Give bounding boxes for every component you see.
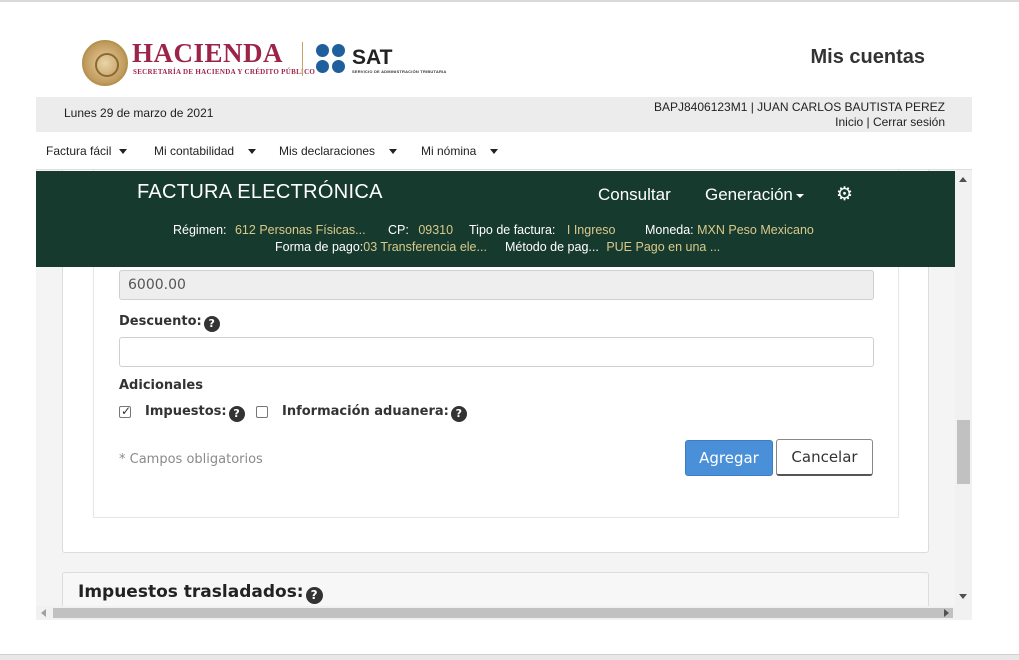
help-icon[interactable]: ? <box>450 406 467 422</box>
factura-title: FACTURA ELECTRÓNICA <box>137 181 383 203</box>
impuestos-checkbox[interactable] <box>119 404 131 418</box>
window-bottom-border <box>0 654 1019 660</box>
main-nav: Factura fácil Mi contabilidad Mis declar… <box>36 132 972 170</box>
tipo-factura-info: Tipo de factura: I Ingreso <box>469 223 616 237</box>
cp-label: CP: <box>388 223 409 237</box>
moneda-label: Moneda: <box>645 223 694 237</box>
scroll-up-icon[interactable] <box>959 177 967 182</box>
inicio-link[interactable]: Inicio <box>835 115 863 129</box>
sat-logo-icon <box>316 44 348 74</box>
required-fields-note: * Campos obligatorios <box>119 452 263 467</box>
descuento-label-text: Descuento: <box>119 314 202 329</box>
impuestos-label-text: Impuestos: <box>145 404 227 419</box>
aduanera-label: Información aduanera:? <box>282 404 467 422</box>
nav-item-mis-declaraciones[interactable]: Mis declaraciones <box>279 144 398 158</box>
site-header: HACIENDA SECRETARÍA DE HACIENDA Y CRÉDIT… <box>36 30 972 96</box>
forma-pago-label: Forma de pago: <box>275 240 364 254</box>
hacienda-logo-text: HACIENDA <box>132 38 284 68</box>
tipo-factura-value: I Ingreso <box>566 223 616 237</box>
current-date: Lunes 29 de marzo de 2021 <box>64 106 214 120</box>
user-rfc-name: BAPJ8406123M1 | JUAN CARLOS BAUTISTA PER… <box>654 100 945 114</box>
window-top-border <box>0 0 1019 2</box>
link-separator: | <box>866 115 870 129</box>
horizontal-scrollbar[interactable] <box>36 606 972 620</box>
page-title: Mis cuentas <box>810 46 925 68</box>
regimen-label: Régimen: <box>173 223 227 237</box>
user-links: Inicio | Cerrar sesión <box>654 115 945 130</box>
page: HACIENDA SECRETARÍA DE HACIENDA Y CRÉDIT… <box>0 0 1019 660</box>
metodo-pago-info: Método de pag... PUE Pago en una ... <box>505 240 720 254</box>
importe-field: 6000.00 <box>119 270 874 300</box>
user-bar: Lunes 29 de marzo de 2021 BAPJ8406123M1 … <box>36 97 972 132</box>
nav-item-label: Mi nómina <box>421 144 477 158</box>
nav-item-label: Mis declaraciones <box>279 144 376 158</box>
help-icon[interactable]: ? <box>305 587 323 604</box>
scroll-left-icon[interactable] <box>41 609 46 617</box>
metodo-pago-value: PUE Pago en una ... <box>606 240 721 254</box>
nav-item-factura-facil[interactable]: Factura fácil <box>46 144 128 158</box>
user-info: BAPJ8406123M1 | JUAN CARLOS BAUTISTA PER… <box>654 100 945 130</box>
scroll-down-icon[interactable] <box>959 594 967 599</box>
scroll-right-icon[interactable] <box>944 609 949 617</box>
regimen-value: 612 Personas Físicas... <box>234 223 366 237</box>
nav-item-label: Mi contabilidad <box>154 144 235 158</box>
agregar-button[interactable]: Agregar <box>685 440 773 476</box>
nav-item-mi-contabilidad[interactable]: Mi contabilidad <box>154 144 257 158</box>
impuestos-label: Impuestos:? <box>145 404 245 422</box>
generacion-label: Generación <box>705 185 793 204</box>
caret-down-icon <box>490 149 499 155</box>
consultar-link[interactable]: Consultar <box>598 185 671 205</box>
tipo-factura-label: Tipo de factura: <box>469 223 556 237</box>
sat-logo-subtitle: SERVICIO DE ADMINISTRACIÓN TRIBUTARIA <box>352 69 447 74</box>
caret-down-icon <box>795 193 804 198</box>
descuento-input[interactable] <box>119 337 874 367</box>
cerrar-sesion-link[interactable]: Cerrar sesión <box>873 115 945 129</box>
aduanera-label-text: Información aduanera: <box>282 404 449 419</box>
factura-banner: FACTURA ELECTRÓNICA Consultar Generación… <box>36 171 955 267</box>
cp-info: CP: 09310 <box>388 223 453 237</box>
adicionales-label: Adicionales <box>119 378 203 393</box>
help-icon[interactable]: ? <box>228 406 245 422</box>
forma-pago-value: 03 Transferencia ele... <box>363 240 487 254</box>
section-title-text: Impuestos trasladados: <box>78 582 304 602</box>
caret-down-icon <box>389 149 398 155</box>
cp-value: 09310 <box>418 223 454 237</box>
descuento-label: Descuento:? <box>119 314 220 332</box>
hacienda-logo-subtitle: SECRETARÍA DE HACIENDA Y CRÉDITO PÚBLICO <box>133 68 316 76</box>
coat-of-arms-icon <box>82 40 128 86</box>
impuestos-trasladados-title: Impuestos trasladados:? <box>78 582 323 604</box>
scrollbar-thumb[interactable] <box>53 608 953 618</box>
sat-logo-text: SAT <box>352 46 393 69</box>
moneda-info: Moneda: MXN Peso Mexicano <box>645 223 814 237</box>
regimen-info: Régimen: 612 Personas Físicas... <box>173 223 366 237</box>
aduanera-checkbox[interactable] <box>256 406 268 418</box>
vertical-scrollbar[interactable] <box>955 170 972 606</box>
nav-item-label: Factura fácil <box>46 144 112 158</box>
generacion-dropdown[interactable]: Generación <box>705 185 804 205</box>
logo-divider <box>302 42 303 76</box>
moneda-value: MXN Peso Mexicano <box>697 223 814 237</box>
scrollbar-thumb[interactable] <box>957 420 970 484</box>
metodo-pago-label: Método de pag... <box>505 240 599 254</box>
help-icon[interactable]: ? <box>203 316 220 332</box>
nav-item-mi-nomina[interactable]: Mi nómina <box>421 144 499 158</box>
cancelar-button[interactable]: Cancelar <box>776 439 873 476</box>
forma-pago-info: Forma de pago:03 Transferencia ele... <box>275 240 487 254</box>
caret-down-icon <box>119 149 128 155</box>
gear-icon[interactable]: ⚙ <box>836 183 853 206</box>
caret-down-icon <box>248 149 257 155</box>
